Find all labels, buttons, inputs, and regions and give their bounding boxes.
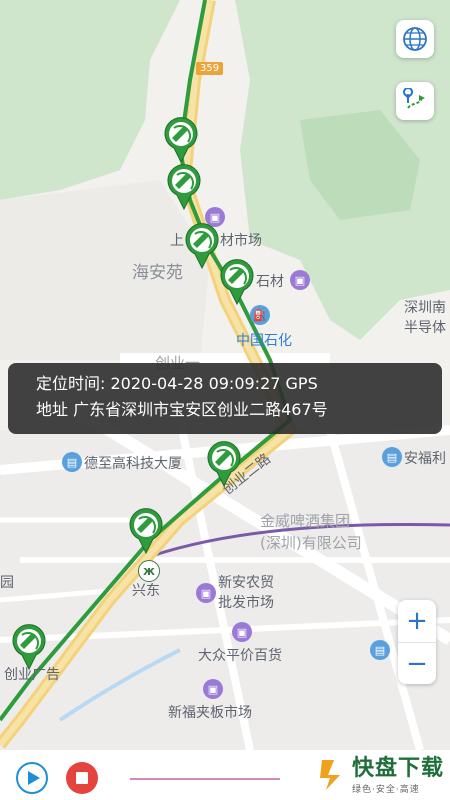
building-icon: ▤ bbox=[370, 640, 390, 660]
watermark: 快盘下载 绿色·安全·高速 bbox=[318, 750, 444, 800]
label-shangchuan: 上 bbox=[170, 233, 184, 249]
stop-button[interactable] bbox=[66, 762, 98, 794]
location-info-popup: 定位时间: 2020-04-28 09:09:27 GPS 地址 广东省深圳市宝… bbox=[8, 363, 442, 434]
road-number-tag: 359 bbox=[196, 62, 224, 75]
label-dazhong: 大众平价百货 bbox=[198, 648, 282, 664]
zoom-in-button[interactable]: + bbox=[398, 600, 436, 642]
track-point-marker[interactable] bbox=[218, 258, 256, 306]
watermark-logo bbox=[318, 758, 348, 792]
track-point-marker[interactable] bbox=[10, 623, 48, 671]
route-icon bbox=[403, 88, 425, 109]
label-material-market: 材市场 bbox=[220, 233, 262, 249]
watermark-title: 快盘下载 bbox=[351, 755, 444, 781]
label-xinfu: 新福夹板市场 bbox=[168, 705, 252, 721]
label-haian: 海安苑 bbox=[132, 263, 183, 283]
shopping-icon: ▣ bbox=[196, 583, 216, 603]
building-icon: ▤ bbox=[382, 447, 402, 467]
label-shicai: 石材 bbox=[256, 274, 284, 290]
label-jinwei: 金威啤酒集团 (深圳)有限公司 bbox=[260, 512, 362, 552]
route-button[interactable] bbox=[396, 82, 434, 120]
location-address-line: 地址 广东省深圳市宝安区创业二路467号 bbox=[36, 397, 442, 423]
label-yuan: 园 bbox=[0, 575, 14, 591]
label-xingdong: 兴东 bbox=[132, 583, 160, 599]
time-label: 定位时间: bbox=[36, 374, 106, 393]
playback-bar: 快盘下载 绿色·安全·高速 bbox=[0, 750, 450, 800]
zoom-out-button[interactable]: − bbox=[398, 642, 436, 685]
address-label: 地址 bbox=[36, 400, 69, 419]
fuel-icon: ⛽ bbox=[250, 305, 270, 325]
shopping-icon: ▣ bbox=[290, 270, 310, 290]
building-icon: ▤ bbox=[62, 452, 82, 472]
label-anfu: 安福利 bbox=[404, 451, 446, 467]
track-point-marker[interactable] bbox=[127, 507, 165, 555]
time-value: 2020-04-28 09:09:27 bbox=[110, 374, 281, 393]
label-dezhi: 德至高科技大厦 bbox=[84, 456, 182, 472]
label-xinan: 新安农贸 批发市场 bbox=[218, 575, 274, 611]
location-time-line: 定位时间: 2020-04-28 09:09:27 GPS bbox=[36, 371, 442, 397]
label-sinopec: 中国石化 bbox=[236, 333, 292, 349]
address-value: 广东省深圳市宝安区创业二路467号 bbox=[73, 400, 328, 419]
playback-progress-track[interactable] bbox=[130, 778, 280, 780]
playback-progress-fill bbox=[130, 778, 180, 780]
track-point-marker[interactable] bbox=[205, 440, 243, 488]
zoom-control: + − bbox=[398, 600, 436, 684]
label-shenzhen-semiconductor: 深圳南 半导体 bbox=[404, 300, 446, 336]
shopping-icon: ▣ bbox=[203, 679, 223, 699]
metro-station-icon: ж bbox=[138, 560, 160, 582]
track-point-marker[interactable] bbox=[183, 222, 221, 270]
play-button[interactable] bbox=[16, 762, 48, 794]
globe-icon bbox=[403, 27, 427, 51]
map-type-button[interactable] bbox=[396, 20, 434, 58]
track-point-marker[interactable] bbox=[162, 116, 200, 164]
location-source: GPS bbox=[285, 374, 318, 393]
track-point-marker[interactable] bbox=[165, 163, 203, 211]
map-view[interactable]: 359 海安苑 ▣ 上 材市场 石材 ▣ ⛽ 中国石化 创业一 深圳南 半导体 … bbox=[0, 0, 450, 750]
watermark-subtitle: 绿色·安全·高速 bbox=[351, 784, 420, 795]
shopping-icon: ▣ bbox=[232, 622, 252, 642]
